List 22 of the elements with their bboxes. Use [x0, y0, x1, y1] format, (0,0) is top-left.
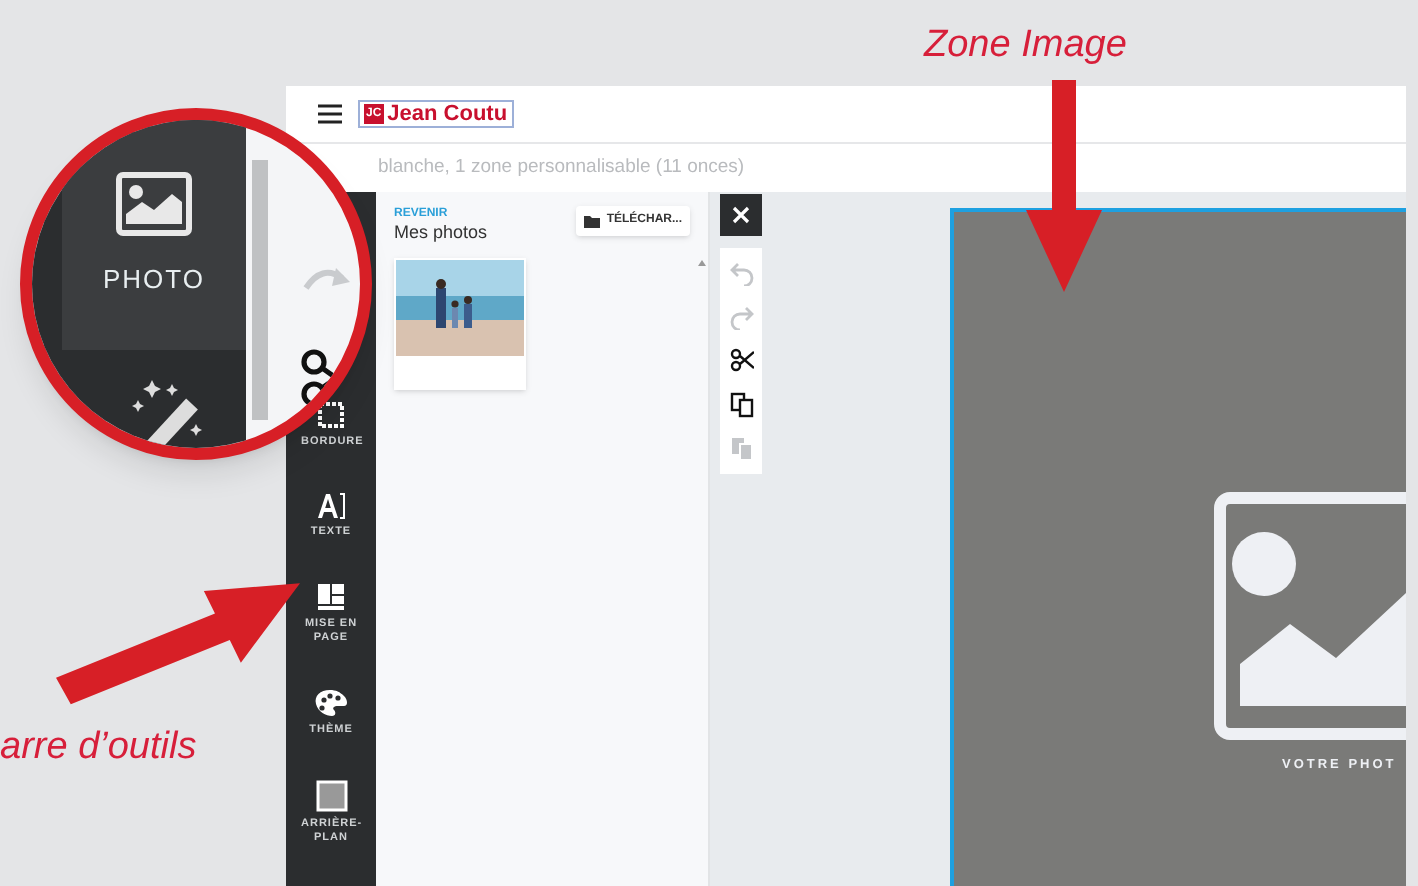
arrow-icon: [1026, 80, 1102, 292]
photo-thumbnail[interactable]: [394, 258, 526, 390]
text-icon: [316, 492, 346, 520]
annotation-text: Zone Image: [924, 22, 1127, 70]
close-icon: [732, 206, 750, 224]
copy-icon[interactable]: [729, 392, 753, 418]
subtitle-text: blanche, 1 zone personnalisable (11 onces): [378, 153, 745, 182]
border-icon: [316, 400, 346, 430]
layout-icon: [316, 582, 346, 612]
pattern-icon: [315, 780, 347, 812]
palette-icon: [314, 688, 348, 718]
scissors-icon[interactable]: [729, 348, 753, 374]
menu-icon[interactable]: [318, 104, 342, 124]
annotation-text: arre d’outils: [0, 724, 197, 772]
scroll-up-icon[interactable]: [698, 260, 706, 266]
image-placeholder-icon: [1214, 492, 1406, 740]
image-icon: [116, 172, 192, 236]
folder-icon: [584, 215, 601, 227]
panel-title: Mes photos: [394, 222, 488, 244]
scrollbar[interactable]: [252, 160, 268, 420]
close-button[interactable]: [720, 194, 762, 236]
tool-label: PHOTO: [103, 262, 205, 298]
